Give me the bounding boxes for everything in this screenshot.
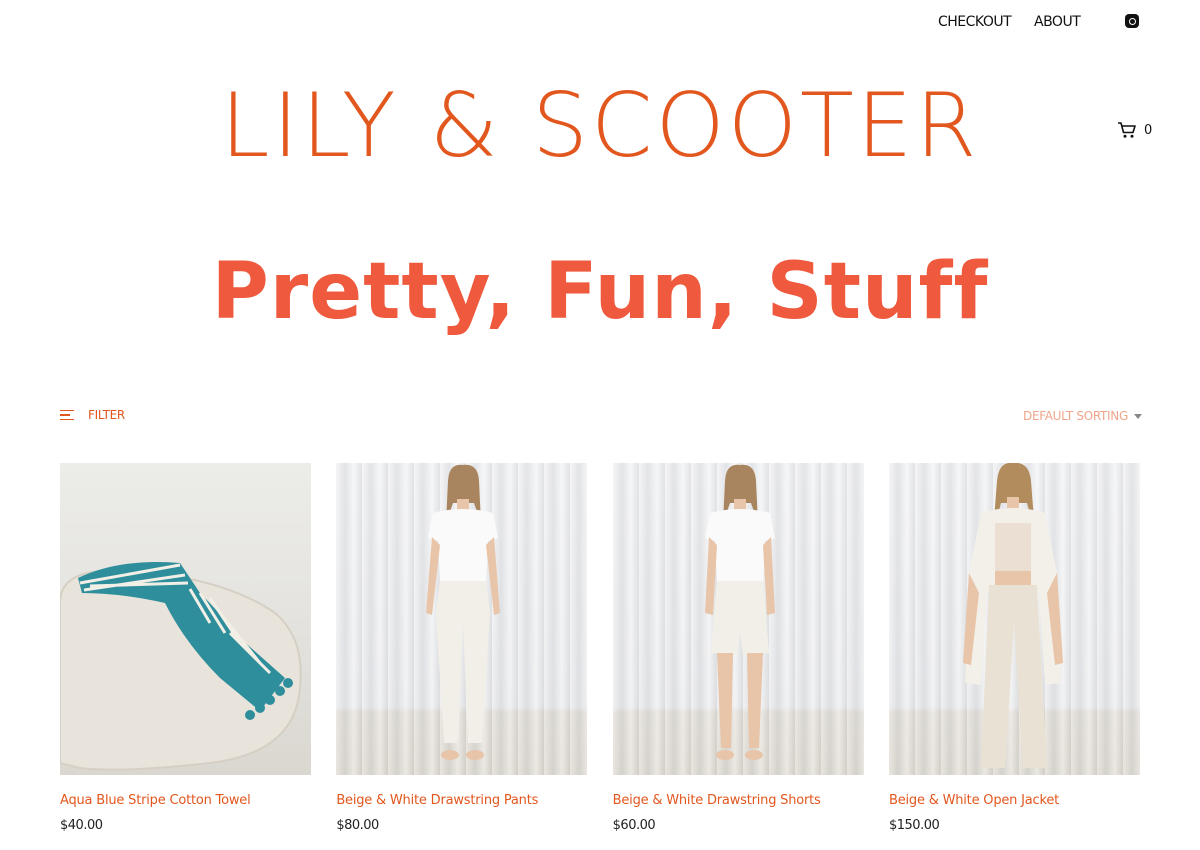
sorting-select[interactable]: DEFAULT SORTING [1023,409,1142,423]
product-image[interactable] [60,463,311,775]
top-nav: CHECKOUT ABOUT [0,14,1200,34]
sorting-label: DEFAULT SORTING [1023,409,1128,423]
product-name[interactable]: Beige & White Drawstring Shorts [613,793,864,808]
product-card[interactable]: Beige & White Drawstring Pants $80.00 [336,463,588,833]
product-card[interactable]: Aqua Blue Stripe Cotton Towel $40.00 [60,463,311,833]
product-card[interactable]: Beige & White Open Jacket $150.00 [888,463,1140,833]
site-logo[interactable]: LILY & SCOOTER [0,76,1200,176]
product-image[interactable] [336,463,588,775]
nav-about-link[interactable]: ABOUT [1034,14,1081,30]
hero-headline: Pretty, Fun, Stuff [211,247,989,337]
product-card[interactable]: Beige & White Drawstring Shorts $60.00 [612,463,864,833]
cart-count: 0 [1144,122,1153,138]
product-name[interactable]: Beige & White Drawstring Pants [336,793,587,808]
product-image[interactable] [612,463,864,775]
product-name[interactable]: Beige & White Open Jacket [889,793,1140,808]
shopping-cart-icon [1118,122,1136,138]
product-grid: Aqua Blue Stripe Cotton Towel $40.00 Bei… [60,463,1140,833]
product-price: $80.00 [336,818,379,833]
filter-button[interactable]: FILTER [60,408,125,422]
hamburger-icon [60,409,74,421]
caret-down-icon [1133,413,1142,419]
product-price: $150.00 [888,818,940,833]
product-name[interactable]: Aqua Blue Stripe Cotton Towel [60,793,311,808]
product-price: $40.00 [60,818,103,833]
nav-checkout-link[interactable]: CHECKOUT [938,14,1012,30]
instagram-icon[interactable] [1125,14,1139,28]
filter-label: FILTER [88,408,125,422]
product-price: $60.00 [612,818,656,833]
product-image[interactable] [888,463,1140,775]
cart-button[interactable]: 0 [1117,121,1152,139]
